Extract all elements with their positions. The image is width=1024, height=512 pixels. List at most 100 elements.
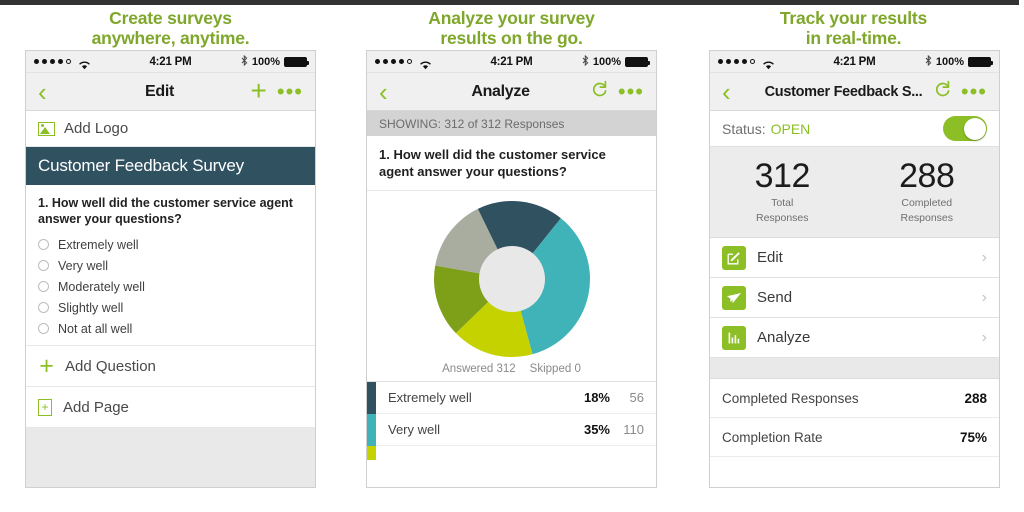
phone-mockup-analyze: 4:21 PM 100% ‹ Analyze ••• SHOWING: 312 …	[366, 50, 657, 488]
chevron-right-icon: ›	[981, 288, 987, 306]
legend-label: Very well	[388, 422, 441, 437]
chart-footer: Answered 312 Skipped 0	[442, 363, 581, 375]
nav-bar: ‹ Analyze •••	[367, 73, 656, 111]
choice-item[interactable]: Moderately well	[38, 276, 303, 297]
nav-title-survey: Customer Feedback S...	[764, 83, 923, 100]
legend-percent: 18%	[583, 390, 610, 405]
legend-row-partial[interactable]	[367, 446, 656, 460]
action-row-edit[interactable]: Edit ›	[710, 238, 999, 278]
choice-label: Not at all well	[58, 321, 133, 336]
choice-list: Extremely well Very well Moderately well…	[26, 231, 315, 346]
legend-row[interactable]: Extremely well 18% 56	[367, 381, 656, 414]
radio-icon[interactable]	[38, 323, 49, 334]
battery-icon	[625, 56, 650, 67]
legend-swatch	[367, 413, 376, 446]
metric-label: Completed Responses	[722, 390, 859, 406]
more-options-icon[interactable]: •••	[277, 80, 303, 102]
legend-swatch	[367, 381, 376, 414]
metric-row-completed-responses: Completed Responses 288	[710, 379, 999, 418]
action-label: Edit	[757, 249, 783, 266]
chevron-right-icon: ›	[981, 328, 987, 346]
nav-bar: ‹ Customer Feedback S... •••	[710, 73, 999, 111]
legend-count: 56	[629, 390, 644, 405]
add-page-row[interactable]: + Add Page	[26, 387, 315, 428]
stat-caption-line-2: Responses	[900, 212, 954, 224]
answered-stat: Answered 312	[442, 363, 516, 375]
bluetooth-icon	[582, 53, 589, 71]
question-text: 1. How well did the customer service age…	[38, 196, 293, 226]
add-question-row[interactable]: + Add Question	[26, 346, 315, 387]
image-icon	[38, 121, 55, 136]
choice-label: Moderately well	[58, 279, 145, 294]
more-options-icon[interactable]: •••	[618, 80, 644, 102]
donut-center-hole	[478, 246, 545, 312]
plus-icon: +	[39, 351, 54, 380]
metric-label: Completion Rate	[722, 429, 823, 445]
nav-title-analyze: Analyze	[471, 82, 530, 100]
analyze-question-text: 1. How well did the customer service age…	[379, 147, 606, 179]
back-chevron-icon[interactable]: ‹	[38, 79, 47, 105]
legend-count: 110	[623, 422, 644, 437]
more-options-icon[interactable]: •••	[961, 80, 987, 102]
panel-2-headline: Analyze your survey results on the go.	[341, 8, 682, 48]
radio-icon[interactable]	[38, 302, 49, 313]
refresh-icon[interactable]	[934, 80, 951, 103]
legend-percent: 35%	[583, 422, 610, 437]
showing-text: SHOWING: 312 of 312 Responses	[379, 116, 565, 131]
question-block[interactable]: 1. How well did the customer service age…	[26, 185, 315, 231]
add-logo-row[interactable]: Add Logo	[26, 111, 315, 147]
stats-block: 312 Total Responses 288 Completed Respon…	[710, 147, 999, 238]
survey-status-row: Status: OPEN	[710, 111, 999, 147]
refresh-icon[interactable]	[591, 80, 608, 103]
showing-bar: SHOWING: 312 of 312 Responses	[367, 111, 656, 136]
phone-mockup-summary: 4:21 PM 100% ‹ Customer Feedback S... ••…	[709, 50, 1000, 488]
metric-row-completion-rate: Completion Rate 75%	[710, 418, 999, 457]
battery-percent: 100%	[251, 55, 280, 68]
status-bar: 4:21 PM 100%	[26, 51, 315, 73]
choice-item[interactable]: Extremely well	[38, 234, 303, 255]
stat-total-responses: 312 Total Responses	[710, 157, 855, 225]
survey-title-banner[interactable]: Customer Feedback Survey	[26, 147, 315, 185]
toggle-knob	[963, 117, 986, 140]
choice-item[interactable]: Slightly well	[38, 297, 303, 318]
choice-item[interactable]: Very well	[38, 255, 303, 276]
headline-line-2: anywhere, anytime.	[91, 28, 250, 48]
metric-value: 288	[964, 390, 987, 406]
paper-plane-icon	[722, 285, 746, 310]
bluetooth-icon	[925, 53, 932, 71]
headline-line-1: Track your results	[779, 8, 928, 28]
legend-row[interactable]: Very well 35% 110	[367, 413, 656, 446]
edit-pencil-icon	[722, 245, 746, 270]
action-label: Send	[757, 289, 793, 306]
status-toggle[interactable]	[943, 116, 987, 141]
headline-line-2: in real-time.	[805, 28, 902, 48]
back-chevron-icon[interactable]: ‹	[722, 79, 731, 105]
choice-item[interactable]: Not at all well	[38, 318, 303, 339]
battery-percent: 100%	[592, 55, 621, 68]
phone-mockup-edit: 4:21 PM 100% ‹ Edit + ••• Add Logo Custo…	[25, 50, 316, 488]
panel-create-surveys: Create surveys anywhere, anytime. 4:21 P…	[0, 0, 341, 512]
add-logo-label: Add Logo	[64, 120, 129, 137]
action-row-analyze[interactable]: Analyze ›	[710, 318, 999, 358]
status-bar: 4:21 PM 100%	[367, 51, 656, 73]
headline-line-2: results on the go.	[440, 28, 583, 48]
back-chevron-icon[interactable]: ‹	[379, 79, 388, 105]
analyze-question-block: 1. How well did the customer service age…	[367, 136, 656, 191]
radio-icon[interactable]	[38, 281, 49, 292]
choice-label: Extremely well	[58, 237, 139, 252]
status-label: Status:	[722, 120, 766, 137]
screenshot-root: Create surveys anywhere, anytime. 4:21 P…	[0, 0, 1024, 512]
skipped-stat: Skipped 0	[530, 363, 581, 375]
stat-number: 288	[899, 157, 955, 195]
answered-value: 312	[496, 363, 516, 375]
legend-swatch	[367, 446, 376, 460]
chevron-right-icon: ›	[981, 248, 987, 266]
panel-track-results: Track your results in real-time. 4:21 PM…	[683, 0, 1024, 512]
action-row-send[interactable]: Send ›	[710, 278, 999, 318]
add-page-label: Add Page	[63, 398, 129, 416]
add-plus-icon[interactable]: +	[251, 77, 267, 105]
radio-icon[interactable]	[38, 239, 49, 250]
stat-caption-line-1: Completed	[901, 197, 953, 209]
battery-percent: 100%	[935, 55, 964, 68]
radio-icon[interactable]	[38, 260, 49, 271]
